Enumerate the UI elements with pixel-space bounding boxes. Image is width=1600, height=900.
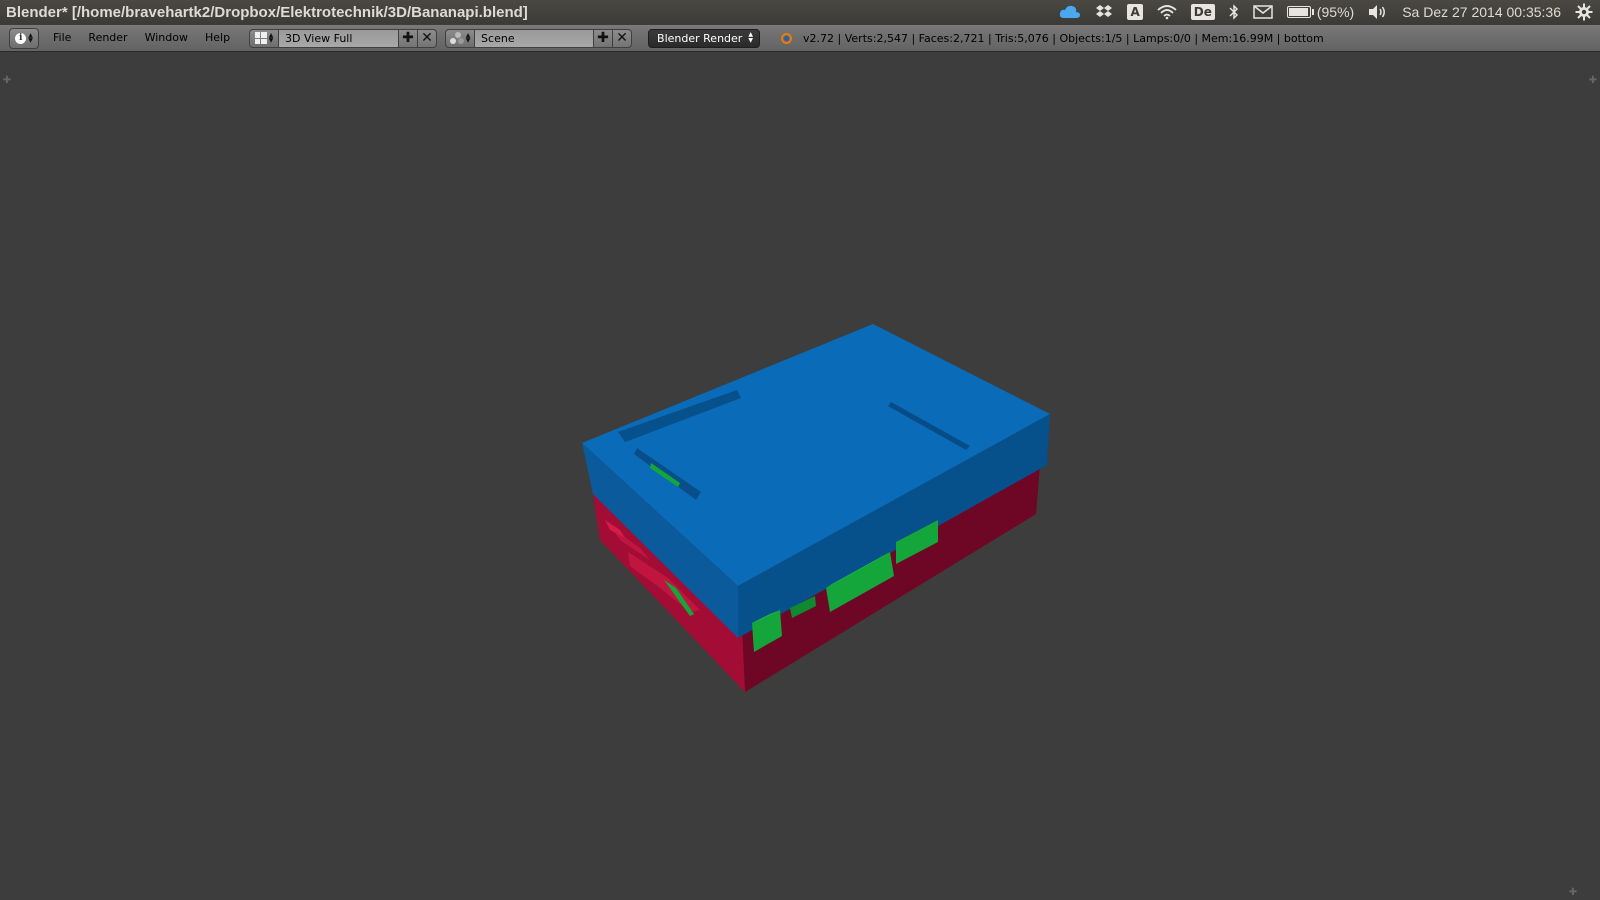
- volume-icon[interactable]: [1368, 0, 1388, 24]
- battery-icon: [1286, 6, 1314, 18]
- chevron-updown-icon: ▲ ▼: [465, 32, 471, 44]
- screen-layout-browse-button[interactable]: ▲ ▼: [249, 28, 280, 48]
- editor-type-button[interactable]: i ▲ ▼: [9, 27, 39, 49]
- close-icon: ✕: [616, 30, 628, 46]
- banana-pi-case-model[interactable]: [0, 52, 1600, 900]
- delete-scene-button[interactable]: ✕: [613, 28, 633, 48]
- render-engine-dropdown[interactable]: Blender Render ▲ ▼: [648, 28, 761, 48]
- system-tray: A De (95%) Sa Dez 27 2014 00:35:36: [1052, 0, 1600, 24]
- wifi-icon[interactable]: [1157, 0, 1177, 24]
- dropbox-icon[interactable]: [1095, 0, 1113, 24]
- chevron-updown-icon: ▲ ▼: [748, 30, 754, 44]
- cloud-icon[interactable]: [1059, 0, 1081, 24]
- chevron-updown-icon: ▲ ▼: [28, 32, 33, 44]
- battery-level: [1288, 8, 1308, 16]
- language-icon[interactable]: De: [1190, 0, 1215, 24]
- scene-browse-button[interactable]: ▲ ▼: [445, 28, 476, 48]
- menu-file[interactable]: File: [45, 25, 80, 51]
- layout-grid-icon: [254, 32, 267, 44]
- add-screen-button[interactable]: ✚: [399, 28, 419, 48]
- 3d-viewport[interactable]: ✚ ✚ ✚: [0, 52, 1600, 900]
- screen-layout-selector: ▲ ▼ 3D View Full ✚ ✕: [249, 28, 438, 48]
- battery-indicator[interactable]: (95%): [1286, 0, 1355, 24]
- mail-icon[interactable]: [1253, 0, 1273, 24]
- clock[interactable]: Sa Dez 27 2014 00:35:36: [1402, 0, 1561, 24]
- render-engine-label: Blender Render: [657, 31, 743, 45]
- add-scene-button[interactable]: ✚: [594, 28, 614, 48]
- delete-screen-button[interactable]: ✕: [418, 28, 438, 48]
- os-top-panel: Blender* [/home/bravehartk2/Dropbox/Elek…: [0, 0, 1600, 24]
- scene-statistics: v2.72 | Verts:2,547 | Faces:2,721 | Tris…: [803, 31, 1324, 45]
- info-header: i ▲ ▼ File Render Window Help ▲ ▼ 3D View …: [0, 25, 1600, 52]
- window-title: Blender* [/home/bravehartk2/Dropbox/Elek…: [6, 3, 528, 21]
- chevron-updown-icon: ▲ ▼: [268, 32, 274, 44]
- bluetooth-icon[interactable]: [1229, 0, 1239, 24]
- gear-icon[interactable]: [1575, 0, 1593, 24]
- screen-layout-field[interactable]: 3D View Full: [279, 28, 400, 48]
- info-icon: i: [15, 32, 27, 44]
- scene-selector: ▲ ▼ Scene ✚ ✕: [445, 28, 633, 48]
- scene-icon: [449, 32, 464, 44]
- menu-help[interactable]: Help: [197, 25, 239, 51]
- main-menu: File Render Window Help: [45, 25, 239, 51]
- menu-render[interactable]: Render: [80, 25, 136, 51]
- close-icon: ✕: [421, 30, 433, 46]
- blender-logo-icon: [778, 30, 794, 46]
- plus-icon: ✚: [402, 30, 414, 46]
- battery-percent: (95%): [1316, 4, 1355, 20]
- menu-window[interactable]: Window: [137, 25, 197, 51]
- plus-icon: ✚: [597, 30, 609, 46]
- scene-field[interactable]: Scene: [475, 28, 595, 48]
- keyboard-icon[interactable]: A: [1127, 0, 1143, 24]
